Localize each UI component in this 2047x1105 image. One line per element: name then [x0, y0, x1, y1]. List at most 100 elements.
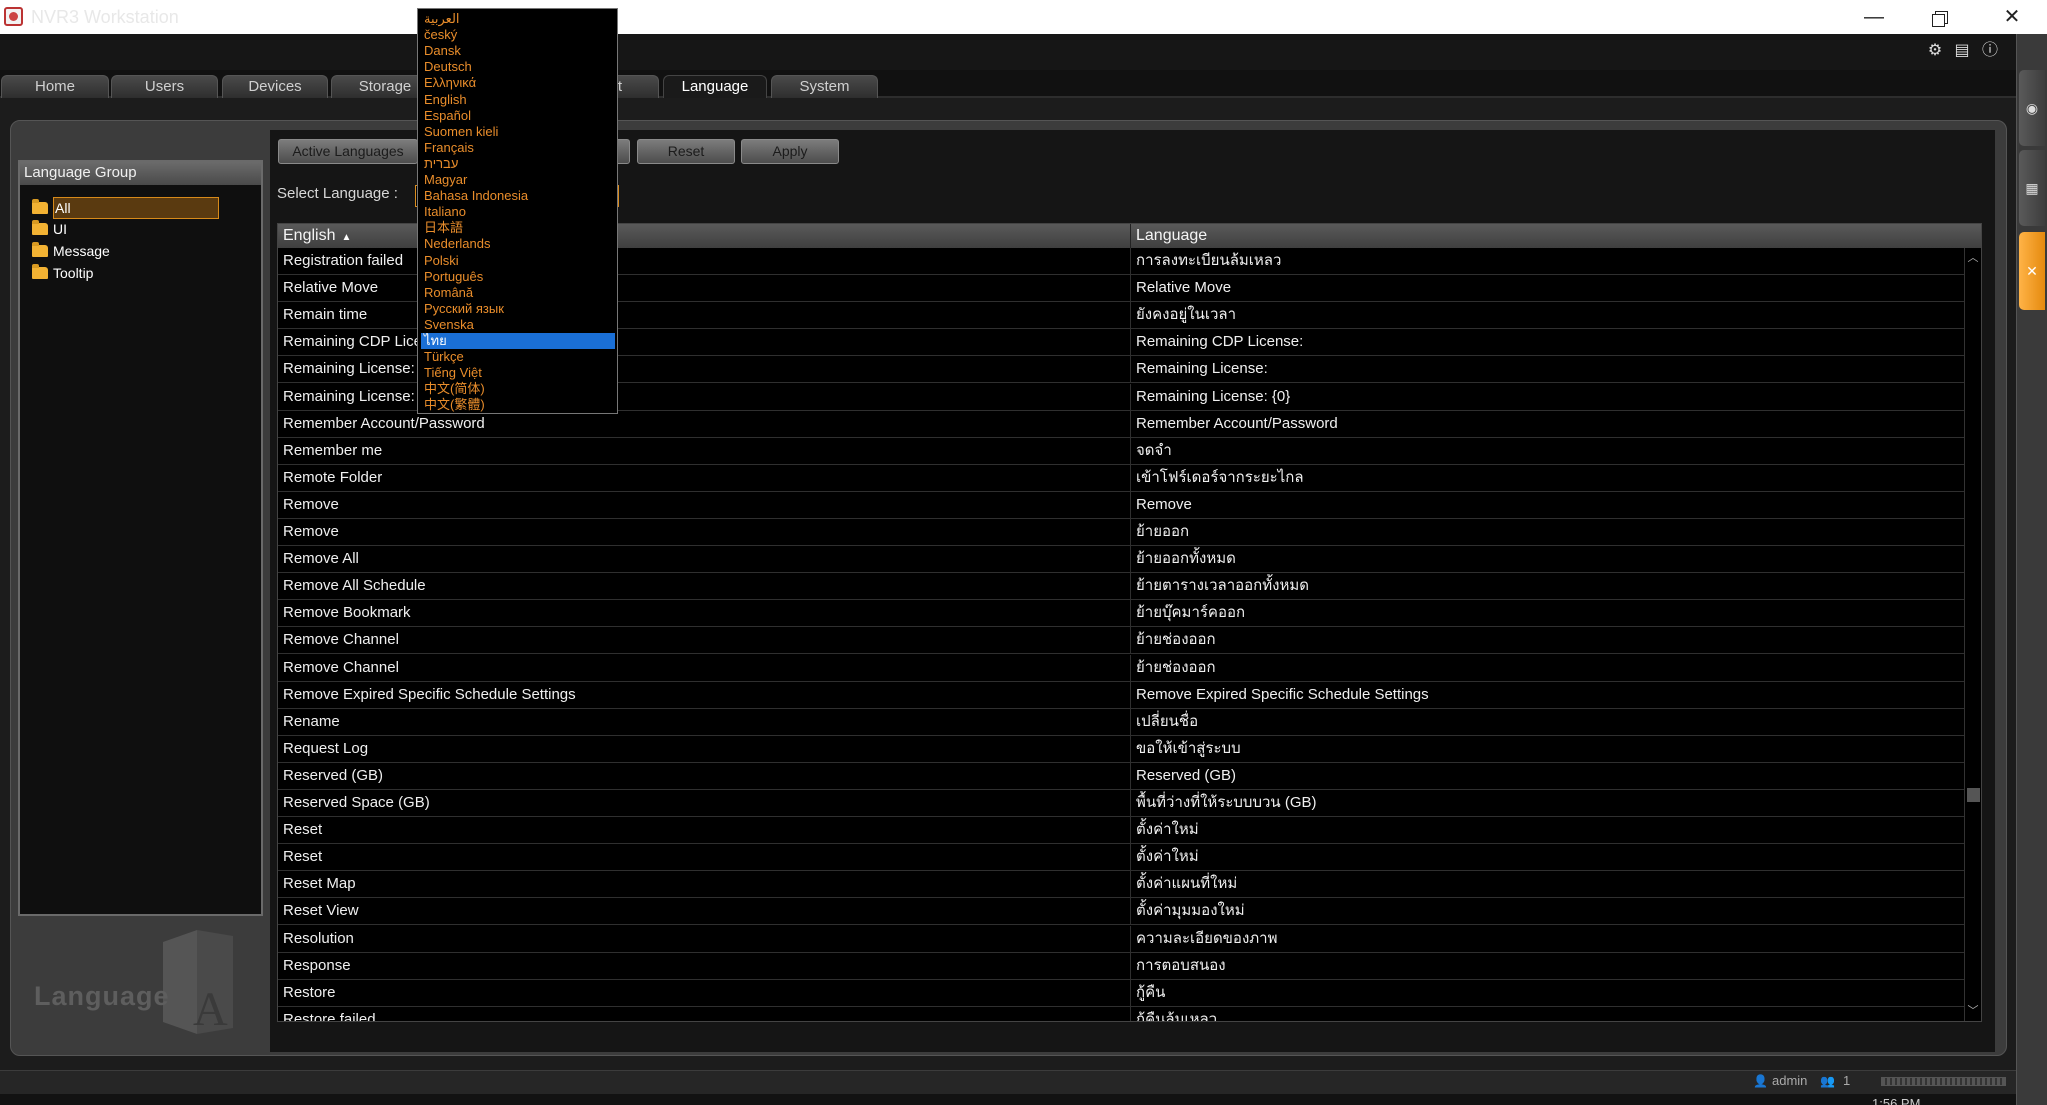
scroll-up-icon[interactable]: ︿: [1965, 250, 1981, 266]
tree-item-ui[interactable]: UI: [32, 219, 67, 239]
table-row[interactable]: Reset ตั้งค่าใหม่: [278, 844, 1964, 872]
table-row[interactable]: Remove All Schedule ย้ายตารางเวลาออกทั้งห…: [278, 573, 1964, 601]
dropdown-option[interactable]: Español: [421, 108, 615, 124]
cell-language[interactable]: Remove Expired Specific Schedule Setting…: [1130, 681, 1964, 708]
cell-language[interactable]: ตั้งค่าแผนที่ใหม่: [1130, 871, 1964, 898]
table-row[interactable]: Restore failed. กู้คืนล้มเหลว: [278, 1006, 1964, 1021]
dropdown-option[interactable]: ไทย: [421, 333, 615, 349]
dropdown-option[interactable]: Magyar: [421, 172, 615, 188]
table-row[interactable]: Reset ตั้งค่าใหม่: [278, 817, 1964, 845]
cell-language[interactable]: เปลี่ยนชื่อ: [1130, 708, 1964, 735]
cell-language[interactable]: เข้าโฟร์เดอร์จากระยะไกล: [1130, 464, 1964, 491]
table-row[interactable]: Reserved Space (GB) พื้นที่ว่างที่ให้ระบบ…: [278, 790, 1964, 817]
dropdown-option[interactable]: 日本語: [421, 220, 615, 236]
table-row[interactable]: Request Log ขอให้เข้าสู่ระบบ: [278, 735, 1964, 763]
table-row[interactable]: Remote Folder เข้าโฟร์เดอร์จากระยะไกล: [278, 464, 1964, 492]
cell-language[interactable]: ย้ายช่องออก: [1130, 654, 1964, 681]
cell-language[interactable]: ตั้งค่าใหม่: [1130, 844, 1964, 871]
cell-language[interactable]: การลงทะเบียนล้มเหลว: [1130, 248, 1964, 274]
dropdown-option[interactable]: český: [421, 27, 615, 43]
cell-language[interactable]: ยังคงอยู่ในเวลา: [1130, 302, 1964, 329]
table-row[interactable]: Remember me จดจำ: [278, 437, 1964, 465]
table-row[interactable]: Reset Map ตั้งค่าแผนที่ใหม่: [278, 871, 1964, 899]
tab-devices[interactable]: Devices: [222, 75, 328, 98]
cell-language[interactable]: Remaining CDP License:: [1130, 329, 1964, 356]
cell-language[interactable]: การตอบสนอง: [1130, 952, 1964, 979]
cell-language[interactable]: Remember Account/Password: [1130, 410, 1964, 437]
dropdown-option[interactable]: Bahasa Indonesia: [421, 188, 615, 204]
column-language[interactable]: Language: [1130, 224, 1981, 248]
apply-button[interactable]: Apply: [741, 139, 839, 164]
table-row[interactable]: Response การตอบสนอง: [278, 952, 1964, 980]
dropdown-option[interactable]: Svenska: [421, 317, 615, 333]
cell-language[interactable]: กู้คืนล้มเหลว: [1130, 1006, 1964, 1021]
vertical-scrollbar[interactable]: ︿ ﹀: [1964, 248, 1981, 1021]
tab-users[interactable]: Users: [111, 75, 218, 98]
cell-language[interactable]: ความละเอียดของภาพ: [1130, 925, 1964, 952]
cell-language[interactable]: กู้คืน: [1130, 979, 1964, 1006]
table-row[interactable]: Remember Account/Password Remember Accoun…: [278, 410, 1964, 438]
cell-language[interactable]: ย้ายตารางเวลาออกทั้งหมด: [1130, 573, 1964, 600]
dropdown-option[interactable]: 中文(繁體): [421, 397, 615, 413]
cell-language[interactable]: Remaining License: {0}: [1130, 383, 1964, 410]
dropdown-option[interactable]: Română: [421, 285, 615, 301]
table-row[interactable]: Remove Remove: [278, 491, 1964, 519]
gear-icon[interactable]: ⚙: [1925, 41, 1945, 61]
dropdown-option[interactable]: Português: [421, 269, 615, 285]
cell-language[interactable]: จดจำ: [1130, 437, 1964, 464]
table-row[interactable]: Resolution ความละเอียดของภาพ: [278, 925, 1964, 953]
eye-icon[interactable]: ◉: [2019, 70, 2045, 146]
table-row[interactable]: Remove ย้ายออก: [278, 519, 1964, 546]
cell-language[interactable]: ย้ายบุ๊คมาร์คออก: [1130, 600, 1964, 627]
tree-item-message[interactable]: Message: [32, 241, 110, 261]
table-row[interactable]: Remove All ย้ายออกทั้งหมด: [278, 546, 1964, 574]
table-row[interactable]: Rename เปลี่ยนชื่อ: [278, 708, 1964, 736]
cell-language[interactable]: ย้ายออกทั้งหมด: [1130, 546, 1964, 573]
column-english[interactable]: English ▲: [278, 224, 1130, 248]
table-row[interactable]: Remove Channel ย้ายช่องออก: [278, 654, 1964, 682]
tab-home[interactable]: Home: [1, 75, 109, 98]
cell-language[interactable]: Relative Move: [1130, 275, 1964, 302]
scroll-thumb[interactable]: [1967, 788, 1980, 802]
table-row[interactable]: Remove Channel ย้ายช่องออก: [278, 627, 1964, 655]
dropdown-option[interactable]: Русский язык: [421, 301, 615, 317]
cell-language[interactable]: ย้ายช่องออก: [1130, 627, 1964, 654]
dropdown-option[interactable]: Türkçe: [421, 349, 615, 365]
info-icon[interactable]: ⓘ: [1980, 41, 2000, 61]
active-languages-button[interactable]: Active Languages: [278, 139, 418, 164]
maximize-button[interactable]: [1908, 0, 1972, 34]
volume-slider[interactable]: [1881, 1077, 2006, 1086]
cell-language[interactable]: Remove: [1130, 491, 1964, 518]
minimize-button[interactable]: —: [1842, 0, 1906, 34]
tools-icon[interactable]: ✕: [2019, 232, 2045, 310]
table-row[interactable]: Remove Bookmark ย้ายบุ๊คมาร์คออก: [278, 600, 1964, 628]
dropdown-option[interactable]: Tiếng Việt: [421, 365, 615, 381]
dropdown-option[interactable]: Deutsch: [421, 59, 615, 75]
dropdown-option[interactable]: עברית: [421, 156, 615, 172]
scroll-down-icon[interactable]: ﹀: [1965, 1003, 1981, 1019]
dropdown-option[interactable]: Suomen kieli: [421, 124, 615, 140]
tab-system[interactable]: System: [771, 75, 878, 98]
dropdown-option[interactable]: العربية: [421, 11, 615, 27]
close-button[interactable]: ✕: [1980, 0, 2044, 34]
cell-language[interactable]: Reserved (GB): [1130, 762, 1964, 789]
dropdown-option[interactable]: Ελληνικά: [421, 75, 615, 91]
table-row[interactable]: Reserved (GB) Reserved (GB): [278, 762, 1964, 790]
table-row[interactable]: Restore กู้คืน: [278, 979, 1964, 1007]
dropdown-option[interactable]: Polski: [421, 253, 615, 269]
cell-language[interactable]: ตั้งค่าใหม่: [1130, 817, 1964, 844]
dropdown-option[interactable]: English: [421, 92, 615, 108]
dropdown-option[interactable]: 中文(简体): [421, 381, 615, 397]
dropdown-option[interactable]: Dansk: [421, 43, 615, 59]
cell-language[interactable]: ขอให้เข้าสู่ระบบ: [1130, 735, 1964, 762]
cell-language[interactable]: ย้ายออก: [1130, 519, 1964, 545]
dropdown-option[interactable]: Français: [421, 140, 615, 156]
film-icon[interactable]: ▦: [2019, 150, 2045, 226]
table-row[interactable]: Remove Expired Specific Schedule Setting…: [278, 681, 1964, 709]
dropdown-option[interactable]: Italiano: [421, 204, 615, 220]
dropdown-option[interactable]: Nederlands: [421, 236, 615, 252]
reset-button[interactable]: Reset: [637, 139, 735, 164]
table-row[interactable]: Reset View ตั้งค่ามุมมองใหม่: [278, 898, 1964, 926]
cell-language[interactable]: Remaining License:: [1130, 356, 1964, 383]
tree-item-tooltip[interactable]: Tooltip: [32, 263, 93, 283]
